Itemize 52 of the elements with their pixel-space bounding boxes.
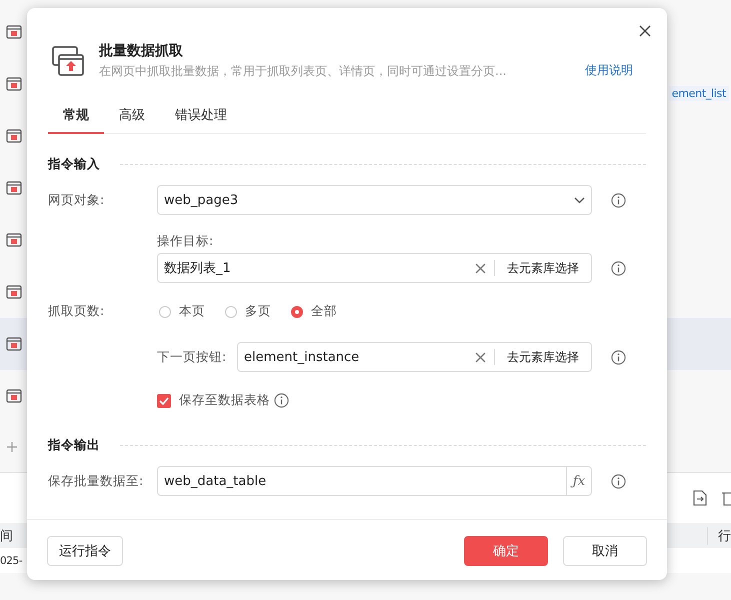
element-library-button[interactable]: 去元素库选择 bbox=[503, 348, 585, 366]
field-label: 操作目标: bbox=[157, 233, 214, 248]
column-header: 行 bbox=[707, 526, 731, 544]
tab[interactable]: 高级 bbox=[104, 100, 160, 134]
confirm-button[interactable]: 确定 bbox=[464, 536, 548, 566]
target-field[interactable]: 数据列表_1 去元素库选择 bbox=[157, 253, 592, 283]
tab[interactable]: 常规 bbox=[48, 100, 104, 134]
clear-icon[interactable] bbox=[475, 262, 486, 274]
tab[interactable]: 错误处理 bbox=[160, 100, 242, 134]
chevron-down-icon bbox=[574, 196, 585, 204]
window-icon[interactable] bbox=[6, 233, 22, 247]
window-icon bbox=[52, 46, 84, 76]
radio-option[interactable]: 全部 bbox=[291, 303, 337, 320]
section-title: 指令输入 bbox=[48, 156, 100, 173]
formula-button[interactable]: ƒx bbox=[566, 467, 591, 495]
checkbox-label: 保存至数据表格 bbox=[179, 392, 270, 409]
export-icon[interactable] bbox=[693, 490, 707, 506]
window-icon[interactable] bbox=[6, 129, 22, 143]
window-icon[interactable] bbox=[6, 77, 22, 91]
dialog-title: 批量数据抓取 bbox=[99, 42, 184, 60]
plus-icon[interactable] bbox=[6, 441, 18, 453]
field-label: 下一页按钮: bbox=[157, 348, 228, 366]
field-label: 网页对象: bbox=[48, 192, 106, 208]
info-icon[interactable] bbox=[611, 350, 626, 364]
checkbox[interactable] bbox=[157, 394, 171, 408]
cancel-button[interactable]: 取消 bbox=[563, 536, 647, 566]
dialog-description: 在网页中抓取批量数据，常用于抓取列表页、详情页，同时可通过设置分页... bbox=[99, 63, 508, 80]
window-icon[interactable] bbox=[6, 285, 22, 299]
table-cell: 025- bbox=[0, 554, 22, 566]
output-variable-field[interactable]: web_data_table ƒx bbox=[157, 466, 592, 496]
radio-option[interactable]: 多页 bbox=[225, 303, 271, 320]
window-icon[interactable] bbox=[6, 337, 22, 351]
window-icon[interactable] bbox=[6, 25, 22, 39]
help-link[interactable]: 使用说明 bbox=[585, 62, 633, 78]
column-header: 间 bbox=[0, 528, 13, 544]
field-label: 抓取页数: bbox=[48, 303, 106, 320]
info-icon[interactable] bbox=[611, 192, 626, 208]
next-page-field[interactable]: element_instance 去元素库选择 bbox=[237, 342, 592, 372]
clear-icon[interactable] bbox=[475, 352, 486, 362]
element-library-button[interactable]: 去元素库选择 bbox=[503, 260, 585, 276]
run-button[interactable]: 运行指令 bbox=[47, 536, 123, 566]
window-icon[interactable] bbox=[6, 181, 22, 195]
web-page-select[interactable]: web_page3 bbox=[157, 185, 592, 215]
radio-option[interactable]: 本页 bbox=[159, 303, 205, 320]
info-icon[interactable] bbox=[611, 260, 626, 276]
close-icon[interactable] bbox=[637, 23, 653, 39]
info-icon[interactable] bbox=[611, 474, 626, 488]
window-icon[interactable] bbox=[6, 389, 22, 403]
variable-tag: ement_list bbox=[668, 86, 729, 100]
section-title: 指令输出 bbox=[48, 437, 100, 454]
info-icon[interactable] bbox=[274, 393, 289, 408]
field-label: 保存批量数据至: bbox=[48, 472, 144, 490]
